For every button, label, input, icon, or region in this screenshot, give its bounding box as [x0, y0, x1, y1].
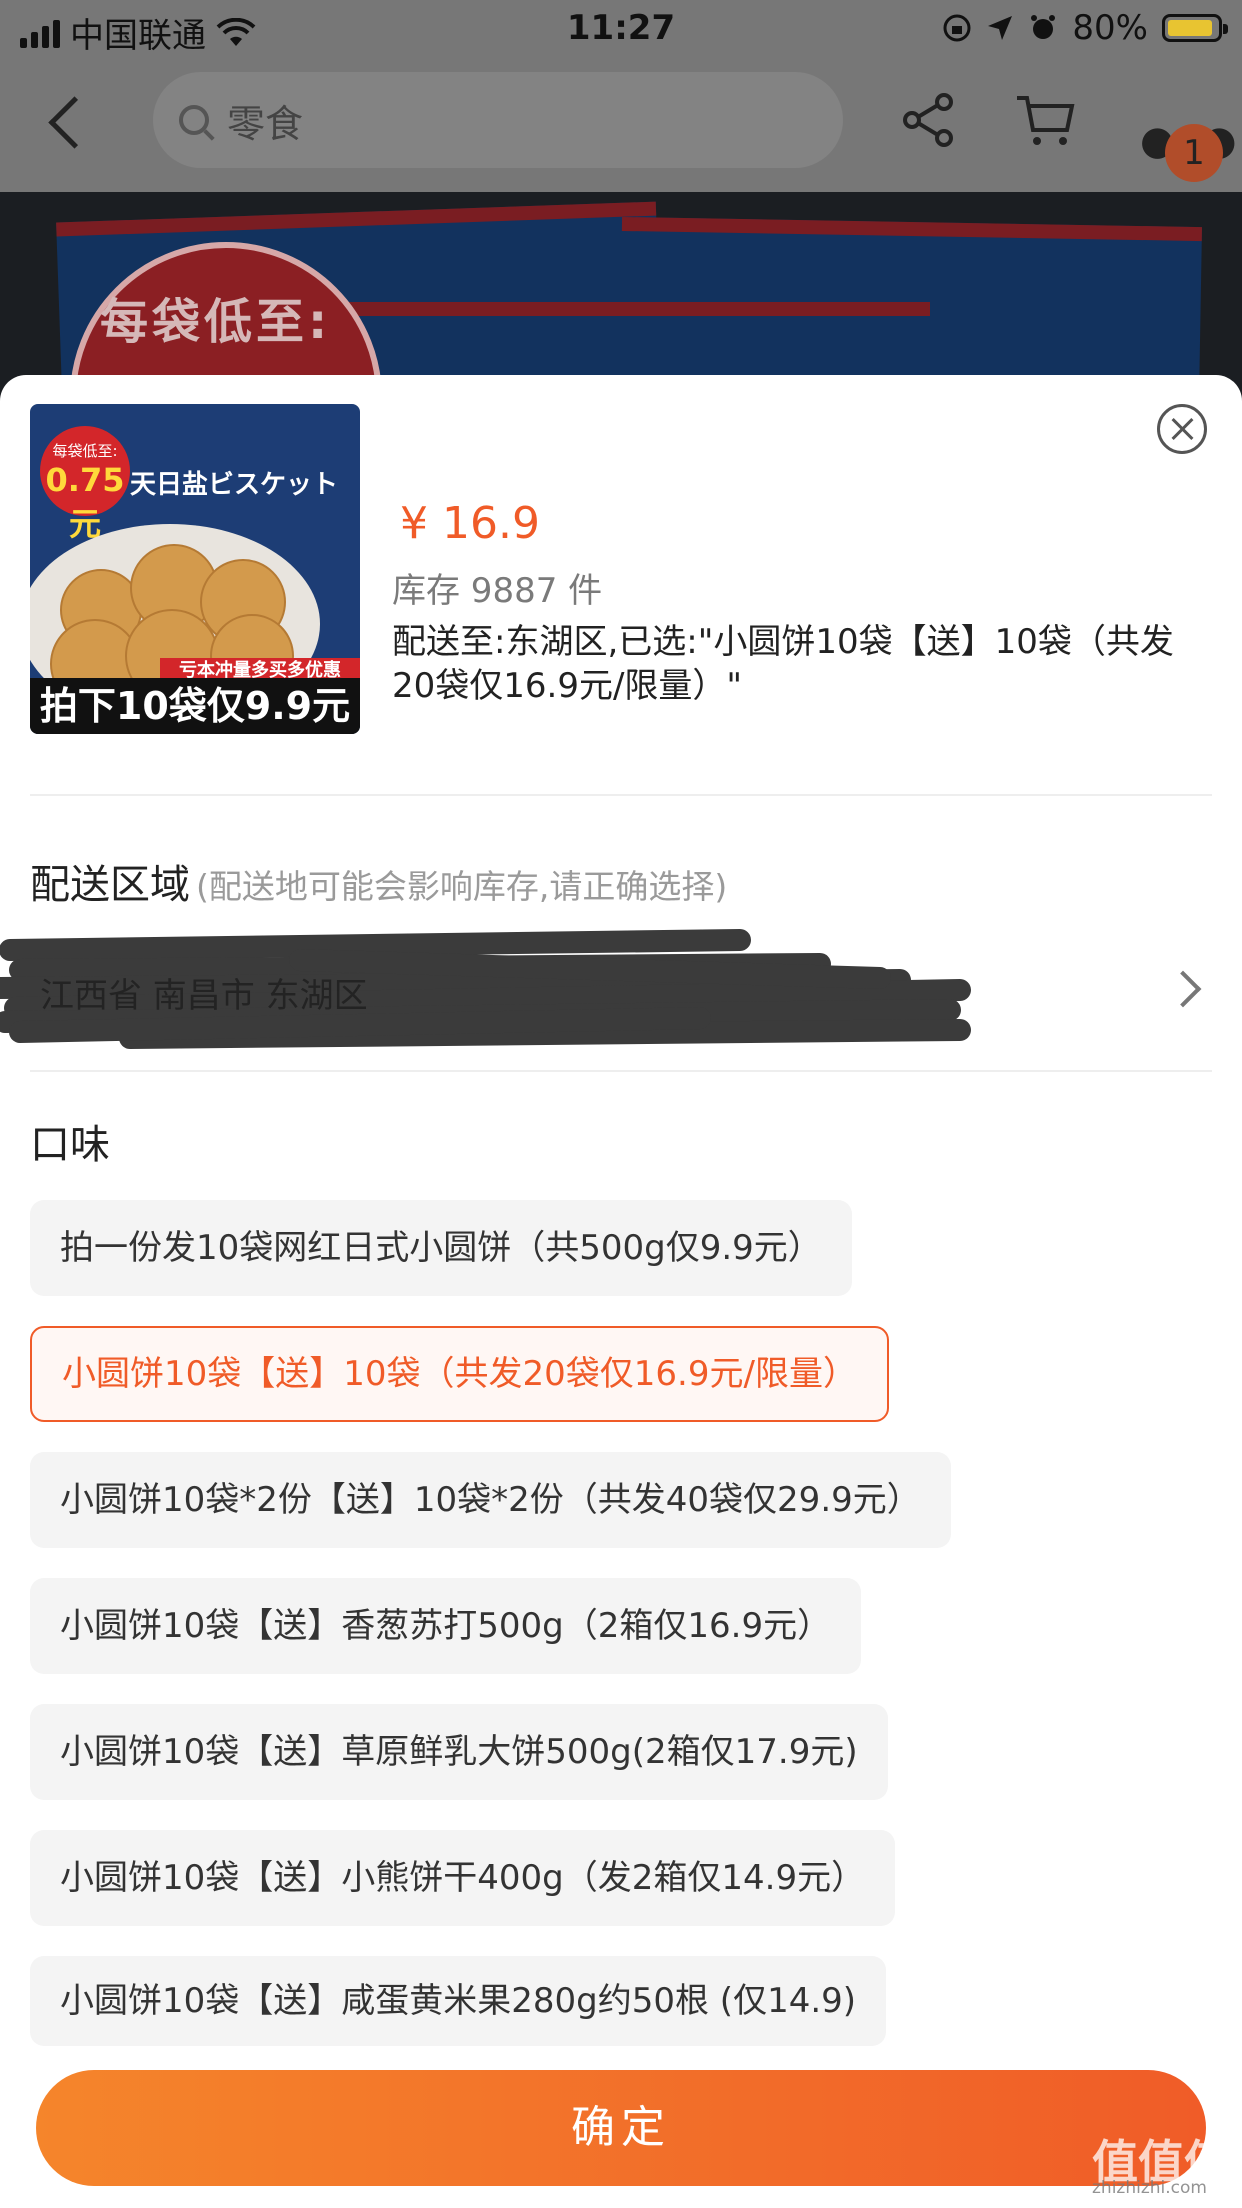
nav-bar: 零食 ●●● 1 [0, 62, 1242, 192]
back-icon[interactable] [48, 96, 101, 149]
product-thumbnail: 每袋低至: 0.75元 天日盐ビスケット 亏本冲量多买多优惠 拍下10袋仅9.9… [30, 404, 360, 734]
stock: 库存 9887 件 [392, 571, 603, 611]
rotation-lock-icon [943, 14, 971, 42]
search-placeholder: 零食 [227, 101, 304, 146]
product-banner-image: 每袋低至: [0, 192, 1242, 402]
divider [30, 1070, 1212, 1072]
flavor-option[interactable]: 小圆饼10袋【送】草原鲜乳大饼500g(2箱仅17.9元) [30, 1704, 888, 1800]
flavor-option-selected[interactable]: 小圆饼10袋【送】10袋（共发20袋仅16.9元/限量） [30, 1326, 889, 1422]
battery-percent: 80% [1072, 8, 1148, 48]
flavor-title: 口味 [30, 1122, 110, 1168]
cart-count-badge: 1 [1165, 124, 1223, 182]
flavor-option[interactable]: 小圆饼10袋【送】香葱苏打500g（2箱仅16.9元） [30, 1578, 862, 1674]
flavor-option[interactable]: 拍一份发10袋网红日式小圆饼（共500g仅9.9元） [30, 1200, 852, 1296]
alarm-icon [1031, 15, 1056, 39]
redaction-scribble [0, 929, 971, 1049]
delivery-area-hint: (配送地可能会影响库存,请正确选择) [196, 867, 728, 906]
search-input[interactable]: 零食 [153, 72, 843, 168]
battery-icon [1162, 14, 1228, 42]
thumb-brand: 天日盐ビスケット [130, 470, 339, 500]
location-icon [988, 16, 1013, 40]
thumb-bottom-caption: 拍下10袋仅9.9元 [30, 678, 360, 734]
status-bar: 中国联通 11:27 80% [0, 0, 1242, 62]
close-button[interactable] [1157, 404, 1207, 454]
flavor-option[interactable]: 小圆饼10袋【送】小熊饼干400g（发2箱仅14.9元） [30, 1830, 896, 1926]
cart-icon[interactable] [1015, 92, 1075, 148]
search-icon [179, 105, 209, 135]
selected-summary: 配送至:东湖区,已选:"小圆饼10袋【送】10袋（共发20袋仅16.9元/限量）… [392, 622, 1174, 706]
share-icon[interactable] [900, 92, 956, 148]
divider [30, 794, 1212, 796]
promo-text: 每袋低至: [100, 294, 332, 350]
delivery-area-title: 配送区域 (配送地可能会影响库存,请正确选择) [30, 862, 728, 908]
price-tag: 每袋低至: 0.75元 [40, 426, 130, 543]
flavor-option[interactable]: 小圆饼10袋【送】咸蛋黄米果280g约50根 (仅14.9) [30, 1956, 887, 2046]
address-row[interactable]: 江西省 南昌市 东湖区 [0, 920, 1242, 1060]
price: ¥ 16.9 [400, 498, 540, 549]
watermark-url: zhizhizhi.com [1092, 2178, 1207, 2198]
confirm-button[interactable]: 确定 [36, 2070, 1206, 2186]
flavor-option[interactable]: 小圆饼10袋*2份【送】10袋*2份（共发40袋仅29.9元） [30, 1452, 951, 1548]
